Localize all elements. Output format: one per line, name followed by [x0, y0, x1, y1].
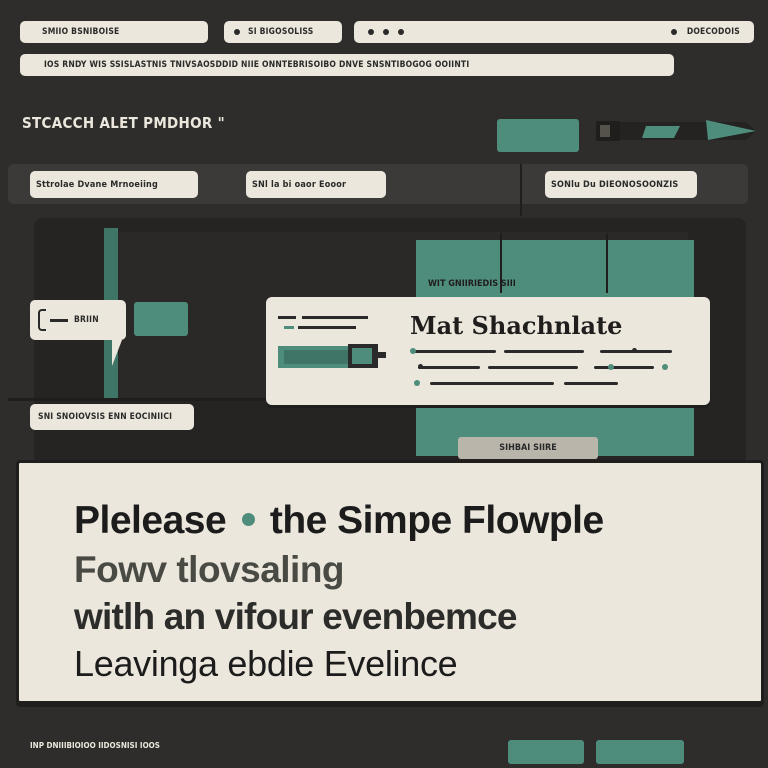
side-input-handle-icon: [38, 309, 46, 331]
card-graphic-icon: [276, 312, 388, 374]
footer-button-1[interactable]: [508, 740, 584, 764]
toolbar-field-2-label: SNl la bi oaor Eooor: [252, 179, 347, 190]
footer-button-2[interactable]: [596, 740, 684, 764]
toolbar-field-3-label: SONlu Du DIEONOSOONZIS: [551, 179, 679, 190]
pen-tool-icon[interactable]: [596, 116, 756, 148]
side-input-button[interactable]: [134, 302, 188, 336]
tab-3-label: DOECODOIS: [686, 27, 740, 37]
message-text: Plelease the Simpe Flowple Fowv tlovsali…: [74, 496, 734, 688]
message-line-4: Leavinga ebdie Evelince: [74, 643, 458, 684]
toolbar-toggle-button[interactable]: [497, 119, 579, 152]
message-line-1a: Plelease: [74, 499, 227, 542]
message-line-1b: the Simpe Flowple: [269, 499, 604, 542]
toolbar-field-1-label: Sttrolae Dvane Mrnoeiing: [36, 179, 159, 190]
message-line-2: Fowv tlovsaling: [74, 549, 345, 590]
toolbar-field-2[interactable]: SNl la bi oaor Eooor: [246, 171, 386, 198]
panel-divider-1: [500, 233, 502, 293]
toolbar-field-1[interactable]: Sttrolae Dvane Mrnoeiing: [30, 171, 198, 198]
tab-2-label: SI BIGOSOLISS: [248, 27, 314, 37]
tab-3[interactable]: DOECODOIS: [354, 21, 754, 43]
panel-top-label: WIT GNIIRIEDIS SIII: [428, 279, 516, 289]
tab-1-label: SMIIO BSNIBOISE: [42, 27, 120, 37]
side-label: SNI SNOIOVSIS ENN EOCINIICI: [30, 404, 194, 430]
panel-divider-2: [606, 233, 608, 293]
message-line-3: witlh an vifour evenbemce: [74, 596, 517, 637]
url-text: IOS RNDY WIS SSISLASTNIS TNIVSAOSDDID NI…: [44, 60, 470, 70]
url-bar[interactable]: IOS RNDY WIS SSISLASTNIS TNIVSAOSDDID NI…: [20, 54, 674, 76]
side-label-text: SNI SNOIOVSIS ENN EOCINIICI: [38, 412, 173, 422]
footer-text: INP DNIIIBIOIOO IIDOSNISI IOOS: [30, 741, 160, 750]
side-input-value: BRIIN: [74, 315, 99, 325]
side-input-line: [50, 318, 68, 322]
page-title: STCACCH ALET PMDHOR ": [22, 114, 225, 132]
bullet-icon: [242, 513, 256, 527]
panel-bottom-tab[interactable]: SIHBAI SIIRE: [458, 437, 598, 459]
toolbar-field-3[interactable]: SONlu Du DIEONOSOONZIS: [545, 171, 697, 198]
panel-bottom-tab-label: SIHBAI SIIRE: [499, 443, 557, 453]
tab-2[interactable]: SI BIGOSOLISS: [224, 21, 342, 43]
tab-3-dot-icon: [670, 29, 677, 35]
tab-1[interactable]: SMIIO BSNIBOISE: [20, 21, 208, 43]
window-dots-icon: [368, 29, 404, 35]
tab-2-indicator-icon: [234, 29, 240, 35]
side-input[interactable]: BRIIN: [30, 300, 126, 340]
toolbar-divider: [520, 164, 522, 216]
card-title: Mat Shachnlate: [410, 311, 623, 340]
